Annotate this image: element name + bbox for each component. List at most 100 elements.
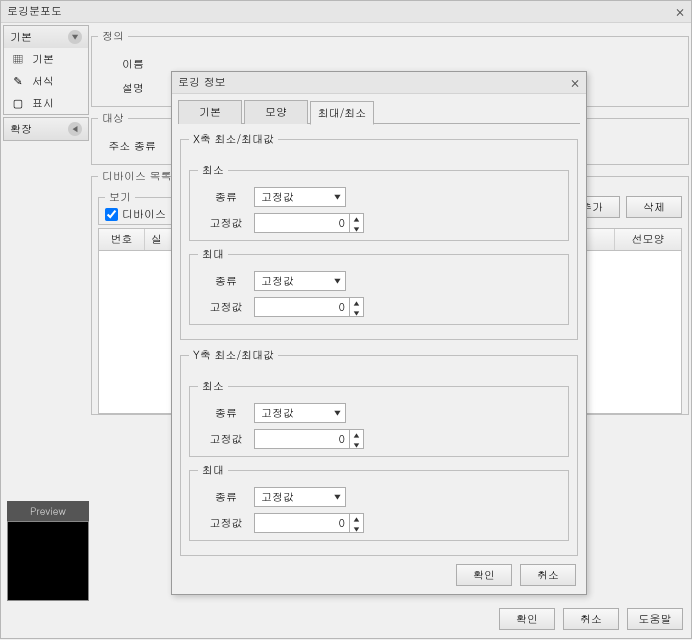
x-axis-group: X축 최소/최대값 최소 종류 고정값 ▼ 고정값 0 ▲ [180,132,578,340]
col-style: 선모양 [615,229,681,250]
chevron-down-icon: ▼ [68,30,82,44]
tab-minmax[interactable]: 최대/최소 [310,101,374,125]
type-label: 종류 [198,190,254,205]
display-icon: ▢ [10,95,26,111]
definition-legend: 정의 [98,29,128,44]
down-arrow-icon[interactable]: ▼ [350,524,363,534]
document-icon: ✎ [10,73,26,89]
sidebar-item-label: 서식 [32,74,54,89]
ok-button[interactable]: 확인 [499,608,555,630]
x-min-group: 최소 종류 고정값 ▼ 고정값 0 ▲▼ [189,163,569,241]
delete-button[interactable]: 삭제 [626,196,682,218]
select-value: 고정값 [261,490,294,505]
help-button[interactable]: 도움말 [627,608,683,630]
device-show-legend: 보기 [105,190,135,205]
type-label: 종류 [198,490,254,505]
sidebar-header-extend[interactable]: 확장 ◀ [4,118,88,140]
up-arrow-icon[interactable]: ▲ [350,298,363,308]
address-type-label: 주소 종류 [98,139,166,154]
tab-basic[interactable]: 기본 [178,100,242,124]
sidebar-item-basic[interactable]: ▦ 기본 [4,48,88,70]
modal-tabs: 기본 모양 최대/최소 [178,100,580,124]
sidebar-section-basic: 기본 ▼ ▦ 기본 ✎ 서식 ▢ 표시 [3,25,89,115]
modal-button-bar: 확인 취소 [456,564,576,586]
modal-cancel-button[interactable]: 취소 [520,564,576,586]
chevron-down-icon: ▼ [334,408,341,419]
device-show-input[interactable] [105,208,118,221]
x-min-fixed-spinner[interactable]: 0 ▲▼ [254,213,364,233]
min-legend: 최소 [198,163,228,178]
preview-label: Preview [7,501,89,521]
up-arrow-icon[interactable]: ▲ [350,214,363,224]
x-max-fixed-spinner[interactable]: 0 ▲▼ [254,297,364,317]
x-min-type-select[interactable]: 고정값 ▼ [254,187,346,207]
target-legend: 대상 [98,111,128,126]
down-arrow-icon[interactable]: ▼ [350,440,363,450]
sidebar-header-label: 기본 [10,30,32,45]
preview-box [7,521,89,601]
sidebar-section-extend: 확장 ◀ [3,117,89,141]
close-icon[interactable]: ⨯ [570,74,580,91]
tab-shape[interactable]: 모양 [244,100,308,124]
sidebar-item-format[interactable]: ✎ 서식 [4,70,88,92]
spinner-value: 0 [255,516,349,531]
outer-window: 로깅분포도 ⨯ 기본 ▼ ▦ 기본 ✎ 서식 [0,0,692,639]
y-max-fixed-spinner[interactable]: 0 ▲▼ [254,513,364,533]
chevron-down-icon: ▼ [334,492,341,503]
type-label: 종류 [198,406,254,421]
sidebar-item-label: 표시 [32,96,54,111]
device-show-checkbox[interactable]: 디바이스 [105,207,181,222]
spinner-value: 0 [255,432,349,447]
modal-title: 로깅 정보 [178,75,226,90]
type-label: 종류 [198,274,254,289]
spinner-value: 0 [255,300,349,315]
fixed-label: 고정값 [198,300,254,315]
grid-icon: ▦ [10,51,26,67]
sidebar-item-display[interactable]: ▢ 표시 [4,92,88,114]
y-axis-legend: Y축 최소/최대값 [189,348,278,363]
col-no: 번호 [99,229,145,250]
sidebar: 기본 ▼ ▦ 기본 ✎ 서식 ▢ 표시 [3,25,89,640]
y-min-group: 최소 종류 고정값 ▼ 고정값 0 ▲▼ [189,379,569,457]
window-title: 로깅분포도 [7,4,62,19]
chevron-left-icon: ◀ [68,122,82,136]
chevron-down-icon: ▼ [334,276,341,287]
y-min-fixed-spinner[interactable]: 0 ▲▼ [254,429,364,449]
logging-info-dialog: 로깅 정보 ⨯ 기본 모양 최대/최소 X축 최소/최대값 최소 종류 고정값 [171,71,587,595]
y-axis-group: Y축 최소/최대값 최소 종류 고정값 ▼ 고정값 0 ▲ [180,348,578,556]
max-legend: 최대 [198,247,228,262]
desc-label: 설명 [98,81,154,96]
x-max-type-select[interactable]: 고정값 ▼ [254,271,346,291]
select-value: 고정값 [261,406,294,421]
name-label: 이름 [98,57,154,72]
y-min-type-select[interactable]: 고정값 ▼ [254,403,346,423]
close-icon[interactable]: ⨯ [675,3,685,20]
y-max-group: 최대 종류 고정값 ▼ 고정값 0 ▲▼ [189,463,569,541]
down-arrow-icon[interactable]: ▼ [350,224,363,234]
x-axis-legend: X축 최소/최대값 [189,132,278,147]
up-arrow-icon[interactable]: ▲ [350,430,363,440]
up-arrow-icon[interactable]: ▲ [350,514,363,524]
fixed-label: 고정값 [198,216,254,231]
fixed-label: 고정값 [198,432,254,447]
y-max-type-select[interactable]: 고정값 ▼ [254,487,346,507]
sidebar-header-label: 확장 [10,122,32,137]
sidebar-header-basic[interactable]: 기본 ▼ [4,26,88,48]
window-title-bar: 로깅분포도 ⨯ [1,1,691,23]
cancel-button[interactable]: 취소 [563,608,619,630]
select-value: 고정값 [261,190,294,205]
device-show-label: 디바이스 [122,207,166,222]
spinner-value: 0 [255,216,349,231]
modal-title-bar: 로깅 정보 ⨯ [172,72,586,94]
max-legend: 최대 [198,463,228,478]
down-arrow-icon[interactable]: ▼ [350,308,363,318]
select-value: 고정값 [261,274,294,289]
min-legend: 최소 [198,379,228,394]
x-max-group: 최대 종류 고정값 ▼ 고정값 0 ▲▼ [189,247,569,325]
modal-ok-button[interactable]: 확인 [456,564,512,586]
outer-button-bar: 확인 취소 도움말 [499,608,683,630]
fixed-label: 고정값 [198,516,254,531]
device-list-legend: 디바이스 목록 [98,169,176,184]
sidebar-item-label: 기본 [32,52,54,67]
chevron-down-icon: ▼ [334,192,341,203]
